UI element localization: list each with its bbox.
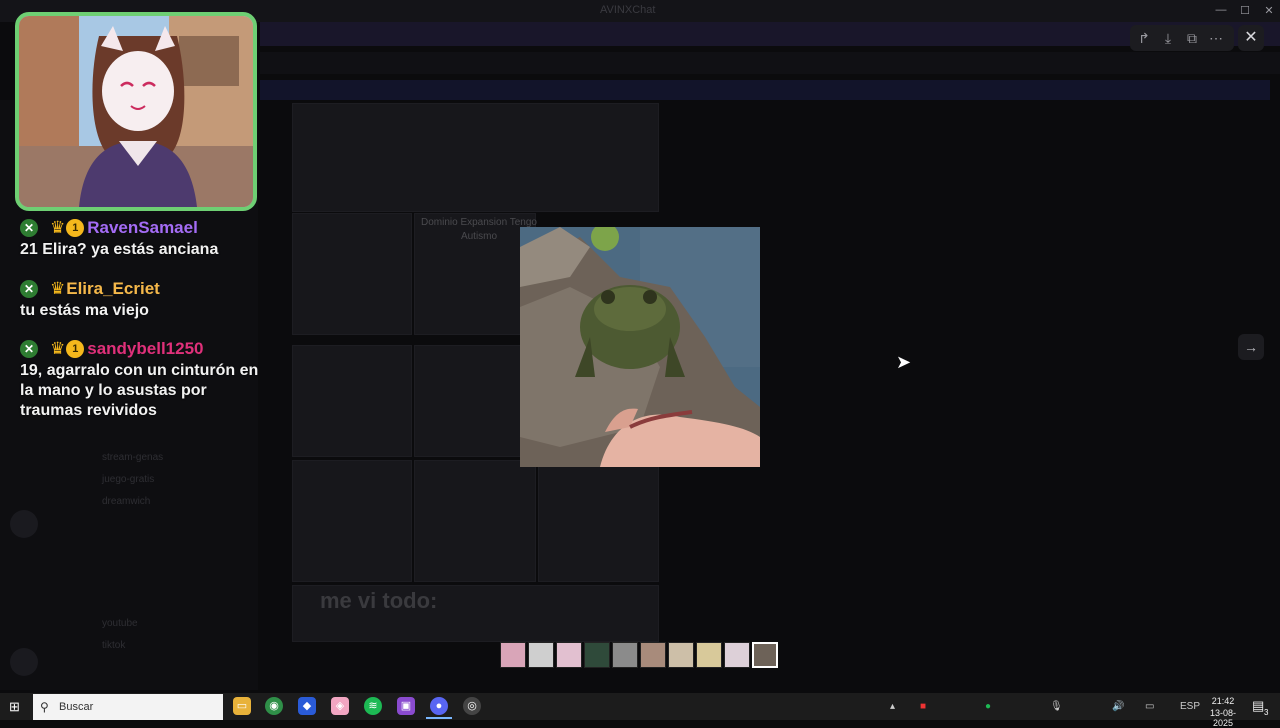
network-icon[interactable]: ▭ (1145, 701, 1154, 712)
tray-icon[interactable]: ▴ (890, 701, 895, 712)
app-icon[interactable]: ◎ (463, 697, 481, 715)
frog-photo (520, 227, 760, 467)
viewer-toolbar: ↱ ⤓ ⧉ ⋯ (1130, 25, 1234, 51)
meme-caption: me vi todo: (320, 588, 438, 613)
promo-banner (260, 22, 1280, 46)
language-indicator[interactable]: ESP (1180, 701, 1200, 712)
channel-header (260, 52, 1280, 74)
thumbnail[interactable] (640, 642, 666, 668)
thumbnail-active[interactable] (752, 642, 778, 668)
media-tile[interactable] (538, 460, 659, 582)
file-explorer-icon[interactable]: ▭ (233, 697, 251, 715)
media-tile[interactable] (414, 345, 536, 457)
media-tile[interactable] (414, 460, 536, 582)
channel-item[interactable]: juego-gratis (102, 474, 154, 485)
download-icon[interactable]: ⤓ (1156, 26, 1180, 50)
chat-text: tu estás ma viejo (20, 302, 149, 319)
media-tile[interactable] (292, 345, 412, 457)
chat-message: ✕ ♛ 1 RavenSamael 21 Elira? ya estás anc… (20, 216, 260, 260)
media-tile[interactable] (292, 460, 412, 582)
taskbar-search-input[interactable]: Buscar (33, 694, 223, 720)
crown-icon: ♛ (50, 279, 66, 298)
chat-app-icon[interactable]: ● (430, 697, 448, 715)
subscriber-badge: 1 (66, 219, 85, 237)
app-icon[interactable]: ▣ (397, 697, 415, 715)
avatar-illustration (19, 16, 253, 207)
moderator-badge-icon: ✕ (20, 340, 38, 358)
thumbnail[interactable] (500, 642, 526, 668)
thumbnail-strip (500, 642, 780, 670)
maximize-icon[interactable]: ☐ (1235, 4, 1255, 17)
chat-text: 19, agarralo con un cinturón en la mano … (20, 362, 259, 419)
channel-item[interactable]: dreamwich (102, 496, 150, 507)
close-viewer-button[interactable]: ✕ (1238, 25, 1264, 51)
tray-icon[interactable]: ■ (920, 701, 926, 712)
notice-bar (260, 80, 1270, 100)
spotify-tray-icon[interactable]: ● (985, 701, 991, 712)
clock-time[interactable]: 21:42 (1208, 696, 1238, 706)
channel-item[interactable]: youtube (102, 618, 138, 629)
app-icon[interactable]: ◈ (331, 697, 349, 715)
chat-text: 21 Elira? ya estás anciana (20, 241, 219, 258)
active-app-indicator (426, 717, 452, 719)
thumbnail[interactable] (528, 642, 554, 668)
notification-count: 3 (1264, 708, 1269, 717)
chrome-icon[interactable]: ◉ (265, 697, 283, 715)
thumbnail[interactable] (668, 642, 694, 668)
channel-item[interactable]: stream-genas (102, 452, 163, 463)
moderator-badge-icon: ✕ (20, 219, 38, 237)
thumbnail[interactable] (724, 642, 750, 668)
notification-icon[interactable]: ▤ (1252, 698, 1264, 714)
mouse-cursor-icon: ➤ (896, 352, 912, 372)
window-title: AVINXChat (600, 4, 656, 16)
next-image-button[interactable]: → (1238, 334, 1264, 360)
more-icon[interactable]: ⋯ (1204, 26, 1228, 50)
volume-icon[interactable]: 🔊 (1112, 701, 1124, 712)
thumbnail[interactable] (556, 642, 582, 668)
media-tile[interactable] (292, 103, 659, 212)
search-icon: ⚲ (40, 700, 49, 714)
thumbnail[interactable] (584, 642, 610, 668)
channel-item[interactable]: tiktok (102, 640, 125, 651)
chat-username: Elira_Ecriet (66, 279, 160, 298)
subscriber-badge: 1 (66, 340, 85, 358)
thumbnail[interactable] (696, 642, 722, 668)
windows-start-icon[interactable]: ⊞ (9, 699, 20, 715)
chat-message: ✕ ♛ Elira_Ecriet tu estás ma viejo (20, 277, 260, 321)
spotify-icon[interactable]: ≋ (364, 697, 382, 715)
app-icon[interactable]: ◆ (298, 697, 316, 715)
chat-message: ✕ ♛ 1 sandybell1250 19, agarralo con un … (20, 337, 260, 421)
chat-username: RavenSamael (87, 218, 198, 237)
crown-icon: ♛ (50, 218, 66, 237)
main-image (520, 227, 760, 467)
thumbnail[interactable] (612, 642, 638, 668)
vtuber-avatar (15, 12, 257, 211)
minimize-icon[interactable]: — (1211, 4, 1231, 16)
window-close-icon[interactable]: ✕ (1259, 4, 1279, 17)
server-icon[interactable] (10, 510, 38, 538)
media-tile[interactable] (292, 213, 412, 335)
microphone-icon[interactable]: 🎙 (1050, 701, 1063, 712)
server-icon[interactable] (10, 648, 38, 676)
moderator-badge-icon: ✕ (20, 280, 38, 298)
crown-icon: ♛ (50, 339, 66, 358)
open-external-icon[interactable]: ⧉ (1180, 26, 1204, 50)
clock-date[interactable]: 13-08-2025 (1200, 708, 1246, 728)
share-icon[interactable]: ↱ (1132, 26, 1156, 50)
chat-username: sandybell1250 (87, 339, 204, 358)
